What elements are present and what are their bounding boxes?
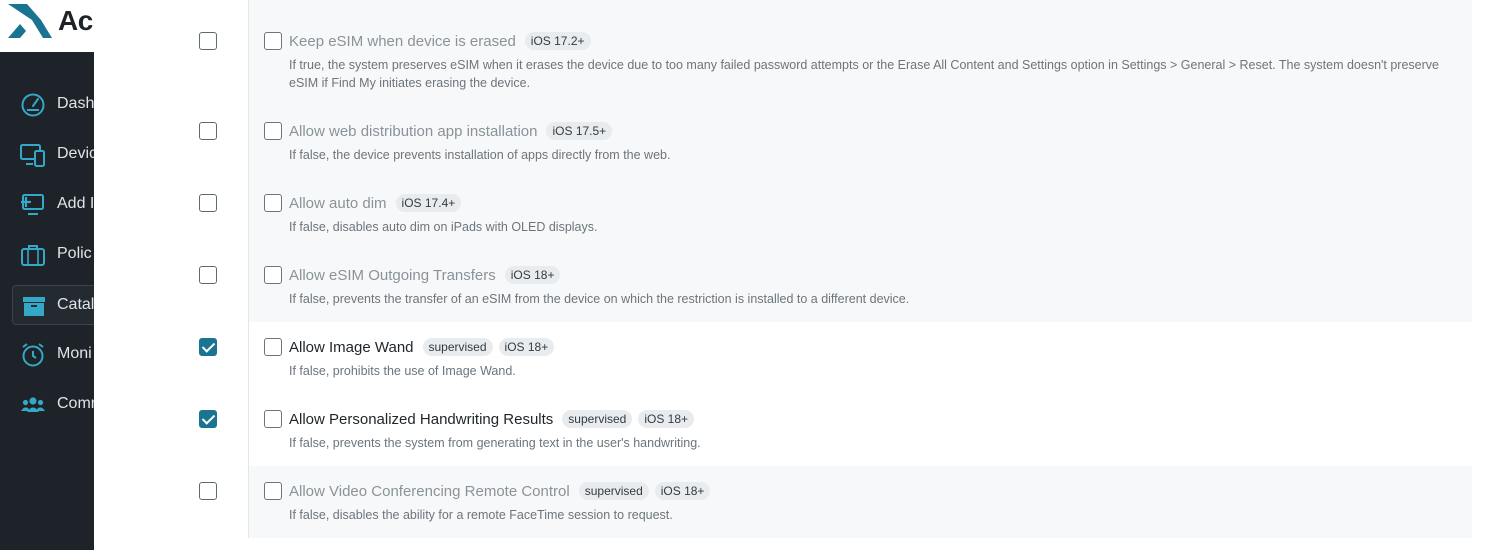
row-background	[249, 466, 1472, 538]
restriction-checkbox[interactable]	[264, 266, 282, 284]
restriction-description: If false, disables the ability for a rem…	[289, 508, 673, 522]
users-icon	[21, 397, 45, 412]
add-device-icon	[21, 194, 44, 215]
select-checkbox[interactable]	[199, 266, 217, 284]
devices-icon	[20, 144, 45, 167]
nav-label-devices: Devic	[57, 145, 94, 162]
os-version-badge: iOS 18+	[638, 410, 695, 428]
restriction-checkbox[interactable]	[264, 482, 282, 500]
nav-label-policies: Polic	[57, 245, 92, 262]
nav-label-catalog: Catal	[57, 296, 94, 313]
nav-label-monitoring: Moni	[57, 345, 92, 362]
restriction-checkbox[interactable]	[264, 410, 282, 428]
restriction-title: Allow auto dim	[289, 194, 387, 212]
sidebar: Ac Dash Devic Add I Polic Catal Moni Com…	[0, 0, 94, 550]
gauge-icon	[21, 93, 45, 117]
nav-label-add-device: Add I	[57, 195, 94, 212]
brand-name: Ac	[58, 5, 93, 36]
nav-item-add-device[interactable]: Add I	[0, 185, 94, 225]
nav-item-dashboard[interactable]: Dash	[0, 85, 94, 125]
row-background	[249, 106, 1472, 178]
restriction-description: If false, prevents the system from gener…	[289, 436, 701, 450]
restriction-title: Keep eSIM when device is erased	[289, 32, 516, 50]
restriction-title: Allow eSIM Outgoing Transfers	[289, 266, 496, 284]
restriction-title-line: Allow eSIM Outgoing Transfers iOS 18+	[289, 266, 561, 284]
os-version-badge: iOS 17.2+	[524, 32, 591, 50]
os-version-badge: iOS 18+	[654, 482, 711, 500]
os-version-badge: iOS 17.4+	[395, 194, 462, 212]
nav-item-devices[interactable]: Devic	[0, 135, 94, 175]
restriction-row: Allow eSIM Outgoing Transfers iOS 18+ If…	[94, 250, 1472, 322]
select-checkbox[interactable]	[199, 122, 217, 140]
restriction-title-line: Allow web distribution app installation …	[289, 122, 613, 140]
restriction-checkbox[interactable]	[264, 194, 282, 212]
row-background	[249, 394, 1472, 466]
alarm-clock-icon	[22, 343, 44, 367]
nav-item-policies[interactable]: Polic	[0, 235, 94, 275]
restriction-description: If false, prevents the transfer of an eS…	[289, 292, 910, 306]
briefcase-icon	[21, 245, 45, 266]
restriction-title-line: Allow Video Conferencing Remote Control …	[289, 482, 711, 500]
nav-label-community: Comr	[57, 395, 94, 412]
restriction-row: Allow web distribution app installation …	[94, 106, 1472, 178]
restriction-title: Allow web distribution app installation	[289, 122, 538, 140]
restriction-title: Allow Video Conferencing Remote Control	[289, 482, 570, 500]
restriction-row: Allow Image Wand supervised iOS 18+ If f…	[94, 322, 1472, 394]
restriction-description: If false, prohibits the use of Image Wan…	[289, 364, 516, 378]
select-checkbox-checked[interactable]	[199, 410, 217, 428]
restriction-title-line: Keep eSIM when device is erased iOS 17.2…	[289, 32, 591, 50]
os-version-badge: iOS 18+	[498, 338, 555, 356]
restriction-title: Allow Personalized Handwriting Results	[289, 410, 554, 428]
nav-item-catalog[interactable]: Catal	[12, 285, 94, 325]
restriction-title-line: Allow Image Wand supervised iOS 18+	[289, 338, 555, 356]
select-checkbox-checked[interactable]	[199, 338, 217, 356]
restriction-description: If true, the system preserves eSIM when …	[289, 58, 1439, 90]
row-background	[249, 250, 1472, 322]
select-checkbox[interactable]	[199, 194, 217, 212]
os-version-badge: iOS 18+	[504, 266, 561, 284]
row-background	[249, 178, 1472, 250]
row-background	[249, 322, 1472, 394]
nav-label-dashboard: Dash	[57, 95, 94, 112]
restriction-row: Allow auto dim iOS 17.4+ If false, disab…	[94, 178, 1472, 250]
restriction-row: Keep eSIM when device is erased iOS 17.2…	[94, 0, 1472, 106]
restriction-title: Allow Image Wand	[289, 338, 414, 356]
nav-item-monitoring[interactable]: Moni	[0, 335, 94, 375]
supervised-badge: supervised	[578, 482, 649, 500]
restriction-row: Allow Video Conferencing Remote Control …	[94, 466, 1472, 538]
supervised-badge: supervised	[422, 338, 493, 356]
restriction-checkbox[interactable]	[264, 338, 282, 356]
restriction-description: If false, the device prevents installati…	[289, 148, 671, 162]
brand-logo-icon	[8, 4, 52, 38]
select-checkbox[interactable]	[199, 482, 217, 500]
restriction-title-line: Allow Personalized Handwriting Results s…	[289, 410, 695, 428]
archive-box-icon	[23, 297, 45, 316]
restriction-row: Allow Personalized Handwriting Results s…	[94, 394, 1472, 466]
supervised-badge: supervised	[562, 410, 633, 428]
nav-item-community[interactable]: Comr	[0, 385, 94, 425]
select-checkbox[interactable]	[199, 32, 217, 50]
restriction-checkbox[interactable]	[264, 32, 282, 50]
restriction-description: If false, disables auto dim on iPads wit…	[289, 220, 598, 234]
restriction-checkbox[interactable]	[264, 122, 282, 140]
os-version-badge: iOS 17.5+	[546, 122, 613, 140]
restrictions-panel: Keep eSIM when device is erased iOS 17.2…	[94, 0, 1494, 550]
brand-header[interactable]: Ac	[0, 0, 94, 52]
restriction-title-line: Allow auto dim iOS 17.4+	[289, 194, 462, 212]
